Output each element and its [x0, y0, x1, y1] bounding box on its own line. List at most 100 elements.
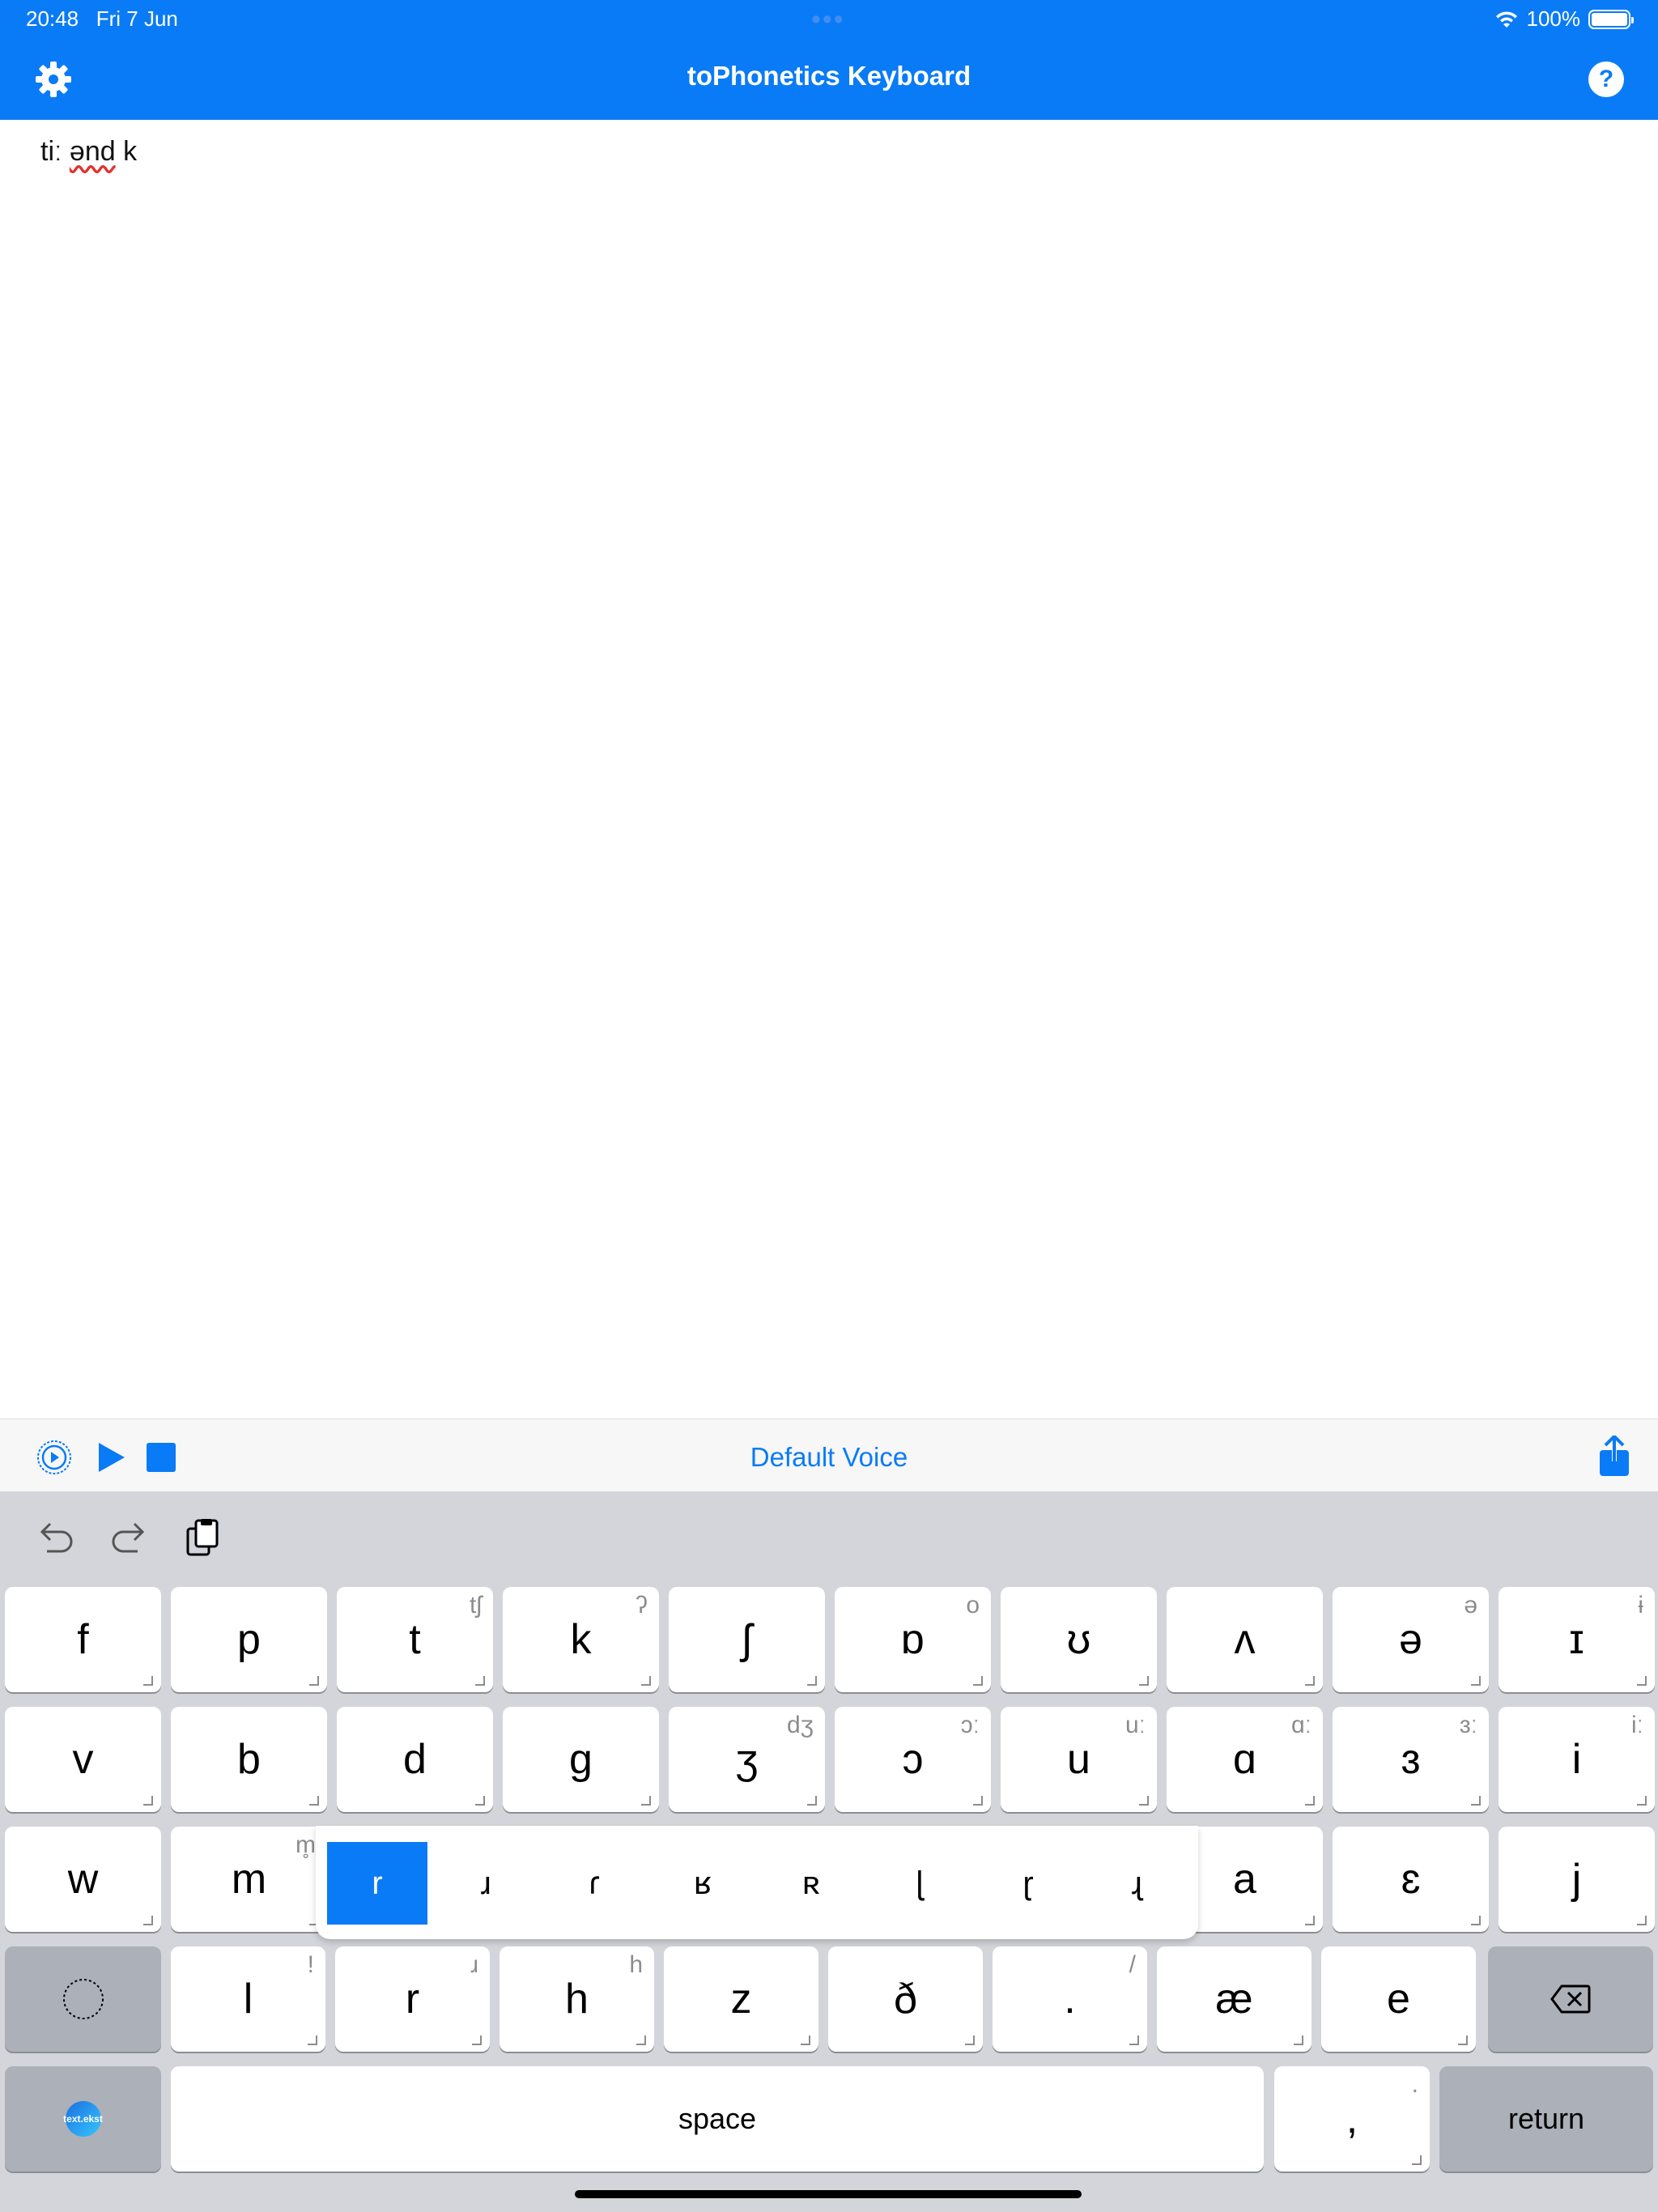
home-indicator[interactable]: [575, 2190, 1082, 2198]
key-row2-7[interactable]: ɑ ɑː: [1167, 1707, 1323, 1812]
key-label: ʌ: [1234, 1616, 1256, 1663]
popup-character-4[interactable]: ʀ: [761, 1842, 861, 1925]
key-secondary-label: ʔ: [636, 1592, 648, 1619]
key-row1-6[interactable]: ʊ: [1001, 1587, 1157, 1692]
key-row2-4[interactable]: ʒ dʒ: [669, 1707, 825, 1812]
status-time: 20:48: [26, 6, 79, 31]
long-press-indicator-icon: [1458, 2035, 1468, 2045]
key-row4-3[interactable]: z: [664, 1946, 818, 2052]
popup-character-6[interactable]: ɽ: [978, 1842, 1078, 1925]
status-time-date: 20:48 Fri 7 Jun: [26, 6, 178, 32]
long-press-indicator-icon: [807, 1796, 817, 1806]
key-row2-3[interactable]: g: [503, 1707, 659, 1812]
key-row1-1[interactable]: p: [171, 1587, 327, 1692]
key-row4-7[interactable]: e: [1321, 1946, 1476, 2052]
key-row3-0[interactable]: w: [5, 1827, 161, 1932]
wifi-icon: [1495, 11, 1517, 28]
dotted-circle-icon: [62, 1979, 104, 2019]
key-label: ɛ: [1401, 1856, 1421, 1903]
clipboard-icon[interactable]: [181, 1517, 223, 1559]
key-row4-4[interactable]: ð: [828, 1946, 983, 2052]
return-button[interactable]: return: [1439, 2066, 1653, 2172]
undo-icon[interactable]: [36, 1517, 78, 1559]
top-bar: 20:48 Fri 7 Jun ••• 100% toPhonetics Key…: [0, 0, 1658, 120]
key-secondary-label: ɹ: [470, 1951, 478, 1978]
long-press-indicator-icon: [641, 1796, 651, 1806]
voice-selector[interactable]: Default Voice: [0, 1442, 1658, 1473]
comma-key[interactable]: ,.: [1274, 2066, 1430, 2172]
key-row3-3[interactable]: ɛ: [1333, 1827, 1489, 1932]
key-row2-5[interactable]: ɔ ɔː: [835, 1707, 991, 1812]
key-row1-9[interactable]: ɪɨ: [1499, 1587, 1655, 1692]
popup-character-3[interactable]: ʁ: [653, 1842, 753, 1925]
app-root: 20:48 Fri 7 Jun ••• 100% toPhonetics Key…: [0, 0, 1658, 2212]
key-row1-5[interactable]: ɒo: [835, 1587, 991, 1692]
long-press-indicator-icon: [143, 1676, 153, 1686]
long-press-indicator-icon: [309, 1676, 319, 1686]
key-row1-0[interactable]: f: [5, 1587, 161, 1692]
key-row2-1[interactable]: b: [171, 1707, 327, 1812]
page-title: toPhonetics Keyboard: [687, 61, 971, 91]
key-label: t: [409, 1616, 421, 1663]
long-press-indicator-icon: [1412, 2155, 1422, 2165]
key-label: l: [243, 1976, 253, 2023]
key-secondary-label: h: [629, 1951, 643, 1978]
key-row4-0[interactable]: lǃ: [171, 1946, 325, 2052]
key-row2-9[interactable]: i iː: [1499, 1707, 1655, 1812]
key-row1-7[interactable]: ʌ: [1167, 1587, 1323, 1692]
key-label: ð: [894, 1976, 917, 2023]
key-row3-1[interactable]: m m̥: [171, 1827, 327, 1932]
key-row1-2[interactable]: t tʃ: [337, 1587, 493, 1692]
redo-icon[interactable]: [107, 1517, 149, 1559]
delete-button[interactable]: [1488, 1946, 1653, 2052]
long-press-indicator-icon: [641, 1676, 651, 1686]
key-row2-8[interactable]: ɜ ɜː: [1333, 1707, 1489, 1812]
key-row4-5[interactable]: . /: [993, 1946, 1147, 2052]
text-editor[interactable]: tiː ənd k: [0, 120, 1658, 1419]
key-secondary-label: dʒ: [786, 1712, 814, 1738]
key-row4-2[interactable]: hh: [500, 1946, 654, 2052]
popup-character-0[interactable]: r: [327, 1842, 427, 1925]
long-press-indicator-icon: [1471, 1796, 1481, 1806]
long-press-indicator-icon: [1637, 1916, 1647, 1925]
key-secondary-label: ɔː: [960, 1712, 980, 1738]
popup-character-7[interactable]: ɻ: [1086, 1842, 1187, 1925]
long-press-indicator-icon: [1637, 1676, 1647, 1686]
long-press-indicator-icon: [308, 2035, 317, 2045]
key-row2-6[interactable]: u uː: [1001, 1707, 1157, 1812]
key-row3-4[interactable]: j: [1499, 1827, 1655, 1932]
long-press-indicator-icon: [472, 2035, 482, 2045]
key-label: ʊ: [1066, 1616, 1091, 1663]
help-button[interactable]: ?: [1588, 62, 1624, 97]
status-right: 100%: [1494, 6, 1634, 32]
app-logo-text: text.ekst: [63, 2113, 103, 2125]
text-segment-1: tiː: [40, 136, 70, 167]
share-icon[interactable]: [1596, 1436, 1632, 1478]
key-row1-3[interactable]: kʔ: [503, 1587, 659, 1692]
key-row2-0[interactable]: v: [5, 1707, 161, 1812]
key-label: ɑ: [1233, 1736, 1256, 1783]
popup-character-2[interactable]: ɾ: [544, 1842, 644, 1925]
popup-character-5[interactable]: ɭ: [869, 1842, 970, 1925]
space-bar[interactable]: space: [171, 2066, 1264, 2172]
long-press-indicator-icon: [475, 1676, 485, 1686]
key-secondary-label: o: [966, 1592, 980, 1619]
key-secondary-label: uː: [1124, 1712, 1146, 1738]
editor-text[interactable]: tiː ənd k: [40, 136, 137, 168]
key-row4-1[interactable]: rɹ: [335, 1946, 490, 2052]
key-secondary-label: ə: [1464, 1592, 1477, 1619]
key-label: ɒ: [901, 1616, 925, 1663]
key-label: j: [1571, 1856, 1582, 1903]
app-logo-button[interactable]: text.ekst: [5, 2066, 161, 2172]
popup-character-1[interactable]: ɹ: [436, 1842, 536, 1925]
key-row1-8[interactable]: əə: [1333, 1587, 1489, 1692]
key-row1-4[interactable]: ʃ: [669, 1587, 825, 1692]
next-keyboard-button[interactable]: [5, 1946, 161, 2052]
long-press-indicator-icon: [1305, 1796, 1315, 1806]
key-row2-2[interactable]: d: [337, 1707, 493, 1812]
misspelled-word[interactable]: ənd: [70, 136, 116, 167]
multitasking-dots-icon[interactable]: •••: [811, 6, 845, 33]
key-label: ʒ: [735, 1736, 759, 1783]
key-row4-6[interactable]: æ: [1157, 1946, 1312, 2052]
key-label: ə: [1399, 1616, 1422, 1663]
